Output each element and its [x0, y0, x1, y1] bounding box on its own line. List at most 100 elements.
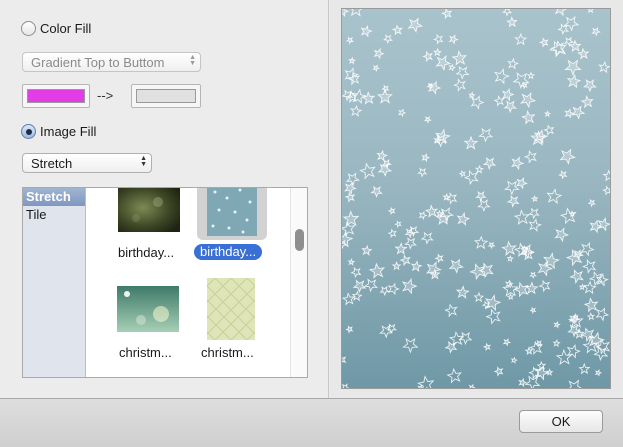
- scrollbar-thumb[interactable]: [295, 229, 304, 251]
- star-icon: [515, 177, 528, 190]
- start-color-well[interactable]: [22, 84, 90, 108]
- fill-options-panel: Color Fill Gradient Top to Buttom ▲ ▼ -->…: [0, 0, 329, 398]
- star-icon: [387, 282, 400, 296]
- star-icon: [582, 280, 597, 295]
- star-icon: [545, 368, 554, 376]
- end-color-well[interactable]: [131, 84, 201, 108]
- star-icon: [361, 244, 373, 256]
- star-icon: [528, 218, 542, 233]
- birthday-dark-bokeh-thumbnail-icon: [118, 188, 180, 232]
- star-icon: [544, 110, 552, 118]
- star-icon: [514, 32, 528, 46]
- star-icon: [458, 169, 466, 178]
- ok-button[interactable]: OK: [519, 410, 603, 433]
- star-icon: [453, 78, 466, 92]
- star-icon: [602, 185, 610, 196]
- star-icon: [345, 172, 360, 187]
- thumbnail-label: christm...: [119, 345, 172, 360]
- star-icon: [494, 68, 510, 85]
- star-icon: [511, 156, 525, 171]
- star-icon: [359, 162, 376, 180]
- star-icon: [559, 207, 577, 225]
- star-icon: [455, 285, 470, 299]
- star-icon: [349, 104, 363, 118]
- star-icon: [345, 36, 354, 45]
- star-icon: [557, 23, 569, 36]
- star-icon: [455, 66, 470, 80]
- star-icon: [348, 56, 357, 65]
- star-icon: [391, 260, 402, 271]
- star-icon: [387, 206, 396, 215]
- star-icon: [435, 209, 444, 217]
- mode-item-stretch[interactable]: Stretch: [23, 188, 85, 206]
- star-icon: [487, 241, 496, 250]
- star-icon: [581, 259, 597, 274]
- star-icon: [446, 367, 462, 384]
- star-icon: [463, 169, 479, 186]
- star-icon: [468, 383, 476, 388]
- thumbnail-label: birthday...: [194, 244, 263, 260]
- star-icon: [503, 100, 518, 114]
- star-icon: [519, 91, 537, 109]
- gradient-direction-select[interactable]: Gradient Top to Buttom ▲ ▼: [22, 52, 201, 72]
- radio-selected-dot-icon: [25, 128, 32, 135]
- image-fill-radio[interactable]: [21, 124, 36, 139]
- star-icon: [506, 194, 520, 208]
- star-icon: [566, 343, 581, 359]
- star-icon: [566, 73, 582, 89]
- star-icon: [386, 323, 398, 334]
- star-icon: [448, 63, 456, 72]
- star-icon: [502, 338, 512, 347]
- star-icon: [397, 108, 407, 118]
- star-icon: [569, 269, 584, 285]
- star-icon: [501, 240, 517, 257]
- gradient-arrow-text: -->: [97, 88, 114, 103]
- star-icon: [523, 149, 537, 164]
- star-icon: [373, 47, 385, 60]
- thumbnail-scrollbar[interactable]: [290, 188, 307, 377]
- star-icon: [484, 294, 502, 312]
- star-icon: [473, 235, 489, 250]
- select-arrows-icon: ▲ ▼: [189, 54, 196, 67]
- star-icon: [529, 306, 537, 315]
- color-fill-label: Color Fill: [40, 21, 92, 36]
- star-icon: [482, 342, 492, 352]
- star-icon: [580, 241, 595, 257]
- star-icon: [387, 228, 397, 239]
- star-icon: [586, 312, 596, 321]
- image-fill-option[interactable]: Image Fill: [21, 124, 96, 139]
- thumbnail-label: birthday...: [118, 245, 175, 260]
- star-icon: [456, 211, 471, 226]
- thumbnail-grid: birthday... birthday... christm... chris…: [87, 188, 291, 377]
- star-icon: [554, 227, 570, 243]
- star-icon: [448, 34, 459, 45]
- star-icon: [342, 9, 350, 18]
- star-icon: [394, 242, 408, 255]
- background-preview-image: [341, 8, 611, 389]
- star-icon: [546, 188, 563, 205]
- star-icon: [580, 95, 594, 109]
- star-icon: [528, 207, 540, 220]
- star-icon: [577, 47, 590, 60]
- star-icon: [525, 281, 539, 295]
- star-icon: [441, 9, 453, 20]
- color-fill-option[interactable]: Color Fill: [21, 21, 91, 36]
- color-fill-radio[interactable]: [21, 21, 36, 36]
- star-icon: [342, 383, 350, 388]
- star-icon: [432, 33, 444, 45]
- image-mode-value: Stretch: [31, 155, 73, 171]
- image-mode-select[interactable]: Stretch ▲ ▼: [22, 153, 152, 173]
- star-icon: [444, 303, 458, 318]
- mode-item-tile[interactable]: Tile: [23, 206, 85, 224]
- star-icon: [379, 285, 391, 297]
- star-icon: [493, 366, 504, 377]
- gradient-direction-value: Gradient Top to Buttom: [31, 54, 165, 70]
- star-icon: [399, 254, 411, 267]
- star-icon: [587, 198, 596, 208]
- star-icon: [348, 9, 365, 17]
- star-icon: [475, 190, 487, 202]
- star-icon: [463, 135, 479, 150]
- star-icon: [591, 26, 601, 37]
- star-icon: [376, 88, 393, 104]
- star-icon: [595, 307, 610, 322]
